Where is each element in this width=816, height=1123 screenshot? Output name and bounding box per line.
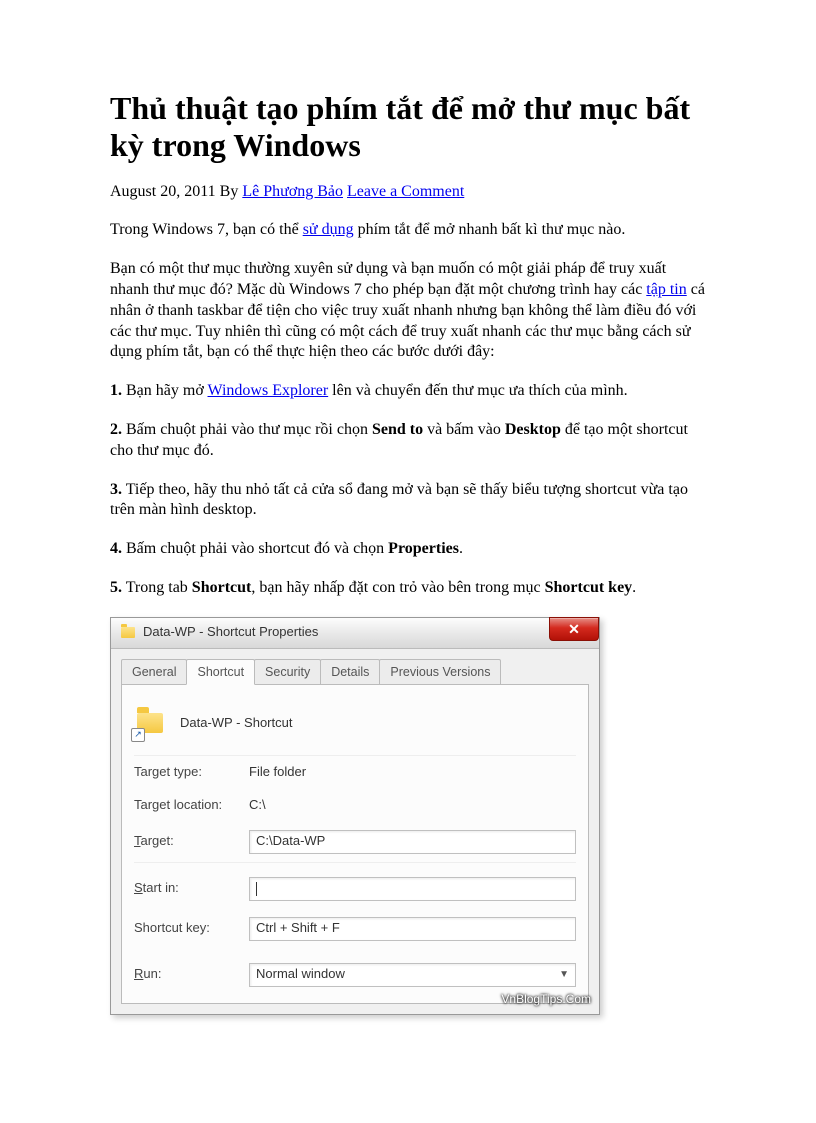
page-title: Thủ thuật tạo phím tắt để mở thư mục bất…: [110, 90, 706, 164]
start-in-label: Start in:: [134, 880, 249, 897]
shortcut-key-row: Shortcut key: Ctrl + Shift + F: [134, 909, 576, 949]
target-label: Target:: [134, 833, 249, 850]
target-location-row: Target location: C:\: [134, 789, 576, 822]
start-in-input[interactable]: [249, 877, 576, 901]
chevron-down-icon: ▼: [559, 968, 569, 981]
step-5: 5. Trong tab Shortcut, bạn hãy nhấp đặt …: [110, 578, 706, 599]
tab-panel-shortcut: ↗ Data-WP - Shortcut Target type: File f…: [121, 684, 589, 1004]
run-row: Run: Normal window ▼: [134, 949, 576, 995]
link-su-dung[interactable]: sử dụng: [303, 221, 354, 238]
comment-link[interactable]: Leave a Comment: [347, 183, 464, 200]
link-windows-explorer[interactable]: Windows Explorer: [208, 382, 329, 399]
tab-previous-versions[interactable]: Previous Versions: [379, 659, 501, 684]
close-button[interactable]: ✕: [549, 617, 599, 641]
target-input[interactable]: C:\Data-WP: [249, 830, 576, 854]
tab-details[interactable]: Details: [320, 659, 380, 684]
start-in-row: Start in:: [134, 863, 576, 909]
tab-general[interactable]: General: [121, 659, 187, 684]
target-location-label: Target location:: [134, 797, 249, 814]
properties-dialog: Data-WP - Shortcut Properties ✕ General …: [110, 617, 600, 1015]
run-select[interactable]: Normal window ▼: [249, 963, 576, 987]
post-date: August 20, 2011: [110, 183, 216, 200]
run-label: Run:: [134, 966, 249, 983]
shortcut-name-row: ↗ Data-WP - Shortcut: [134, 699, 576, 756]
shortcut-name-value: Data-WP - Shortcut: [180, 715, 576, 732]
watermark: VnBlogTips.Com: [501, 992, 591, 1008]
tab-security[interactable]: Security: [254, 659, 321, 684]
post-meta: August 20, 2011 By Lê Phương Bảo Leave a…: [110, 182, 706, 203]
target-row: Target: C:\Data-WP: [134, 822, 576, 863]
intro-paragraph: Trong Windows 7, bạn có thể sử dụng phím…: [110, 220, 706, 241]
author-link[interactable]: Lê Phương Bảo: [242, 183, 343, 200]
step-2: 2. Bấm chuột phải vào thư mục rồi chọn S…: [110, 420, 706, 462]
shortcut-key-label: Shortcut key:: [134, 920, 249, 937]
folder-shortcut-large-icon: ↗: [134, 707, 166, 739]
target-type-row: Target type: File folder: [134, 756, 576, 789]
text-cursor: [256, 882, 257, 896]
step-3: 3. Tiếp theo, hãy thu nhỏ tất cả cửa sổ …: [110, 480, 706, 522]
target-location-value: C:\: [249, 797, 576, 814]
step-4: 4. Bấm chuột phải vào shortcut đó và chọ…: [110, 539, 706, 560]
tab-row: General Shortcut Security Details Previo…: [111, 649, 599, 684]
close-icon: ✕: [568, 620, 580, 638]
target-type-value: File folder: [249, 764, 576, 781]
folder-shortcut-icon: [121, 626, 135, 640]
paragraph-2: Bạn có một thư mục thường xuyên sử dụng …: [110, 259, 706, 363]
dialog-title: Data-WP - Shortcut Properties: [143, 624, 318, 641]
step-1: 1. Bạn hãy mở Windows Explorer lên và ch…: [110, 381, 706, 402]
target-type-label: Target type:: [134, 764, 249, 781]
shortcut-key-input[interactable]: Ctrl + Shift + F: [249, 917, 576, 941]
dialog-titlebar[interactable]: Data-WP - Shortcut Properties ✕: [111, 618, 599, 649]
tab-shortcut[interactable]: Shortcut: [186, 659, 255, 685]
link-tap-tin[interactable]: tập tin: [646, 281, 686, 298]
